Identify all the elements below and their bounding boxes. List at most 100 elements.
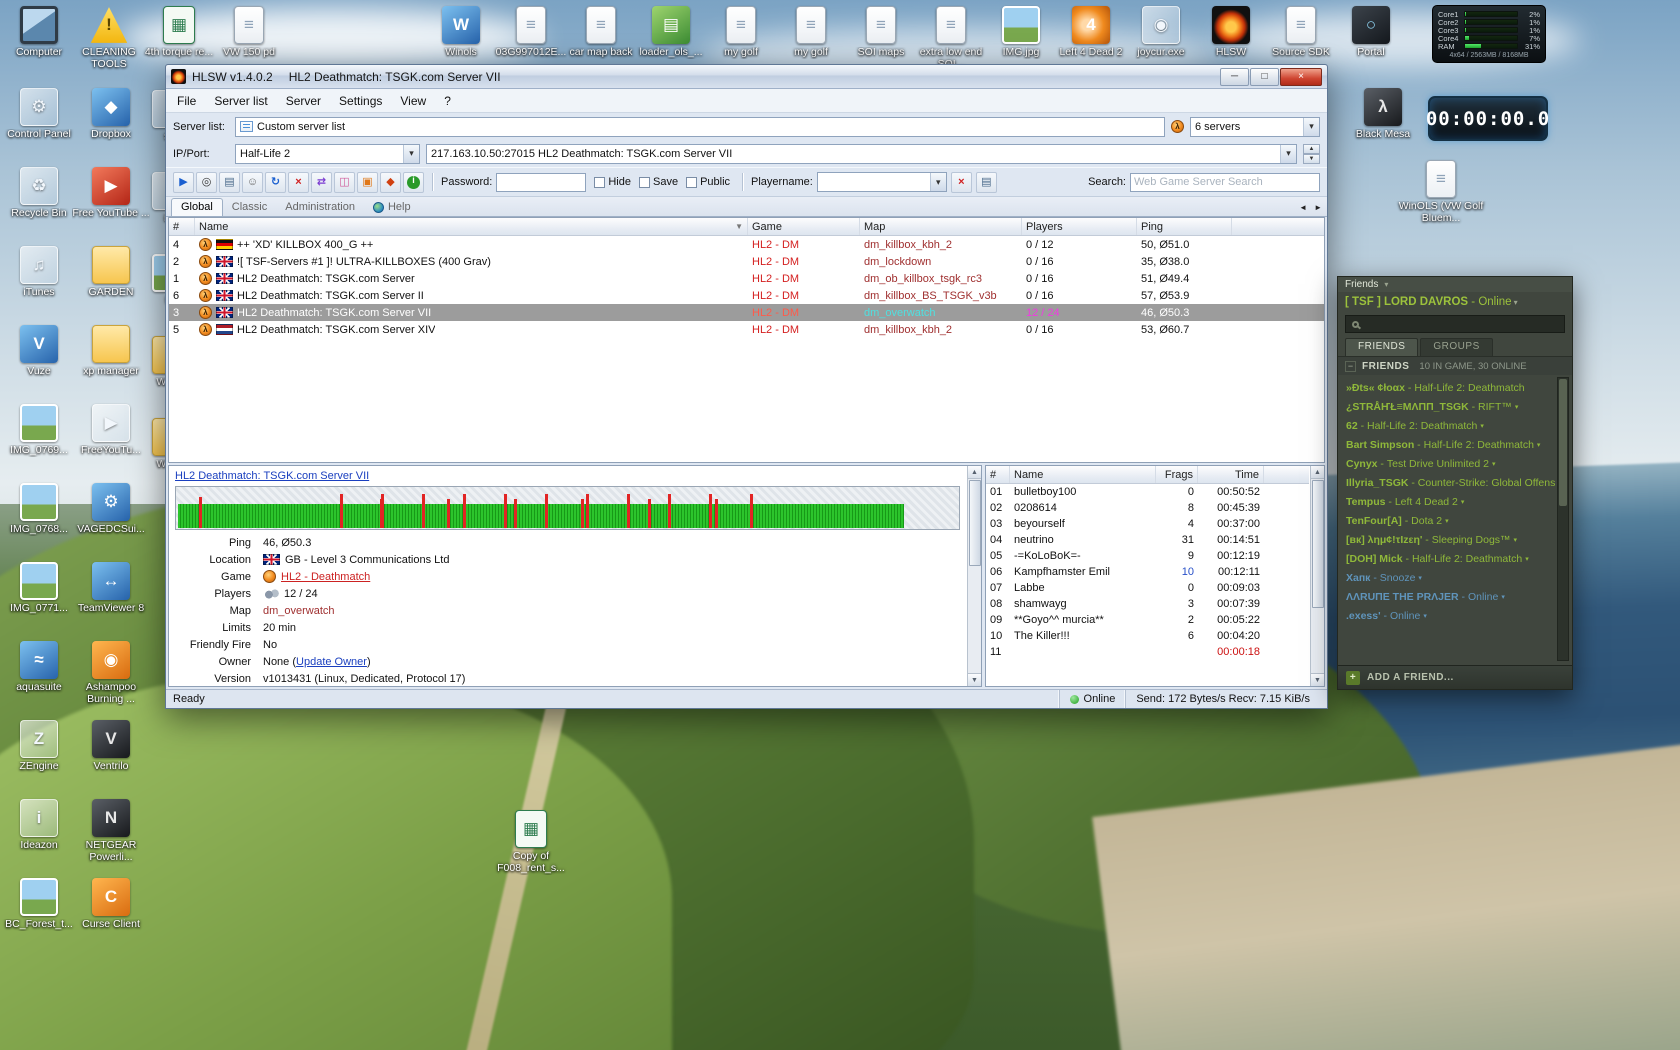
hlsw-titlebar[interactable]: HLSW v1.4.0.2HL2 Deathmatch: TSGK.com Se… (166, 65, 1327, 89)
chevron-down-icon[interactable]: ▾ (1515, 403, 1519, 411)
scrollbar-thumb[interactable] (969, 480, 981, 566)
server-row[interactable]: 1 HL2 Deathmatch: TSGK.com Server HL2 - … (169, 270, 1324, 287)
player-table-header[interactable]: # Name Frags Time (986, 466, 1309, 484)
scroll-up-icon[interactable]: ▲ (968, 466, 981, 479)
address-spinner[interactable]: ▲▼ (1303, 144, 1320, 164)
desktop-icon[interactable]: BC_Forest_t... (4, 876, 74, 955)
tab-scroll-left[interactable]: ◄ (1299, 203, 1307, 212)
checkbox-box[interactable] (639, 177, 650, 188)
friend-row[interactable]: TenFour[A] - Dota 2 ▾ (1346, 511, 1556, 530)
friend-row[interactable]: ΛΛRUΠE ΤΗΕ PRΛJER - Online ▾ (1346, 587, 1556, 606)
buddy-tracker-icon[interactable]: ▣ (357, 172, 378, 193)
friend-row[interactable]: Хапк - Snooze ▾ (1346, 568, 1556, 587)
clear-icon[interactable]: ◫ (334, 172, 355, 193)
desktop-icon[interactable]: IMG_0768... (4, 481, 74, 560)
scroll-down-icon[interactable]: ▼ (1311, 673, 1324, 686)
chevron-down-icon[interactable] (930, 173, 946, 191)
desktop-icon[interactable]: ○ Portal (1336, 4, 1406, 71)
steam-user-row[interactable]: [ TSF ] LORD DAVROS - Online ▾ (1338, 292, 1572, 312)
tab[interactable]: Global (171, 198, 223, 216)
desktop-icon[interactable]: ♫ iTunes (4, 244, 74, 323)
scrollbar-thumb[interactable] (1559, 379, 1567, 506)
desktop-icon[interactable]: ⚙ Control Panel (4, 86, 74, 165)
desktop-icon[interactable]: ♻ Recycle Bin (4, 165, 74, 244)
desktop-icon[interactable]: IMG_0769... (4, 402, 74, 481)
server-query-icon[interactable]: ◎ (196, 172, 217, 193)
player-row[interactable]: 01 bulletboy100 0 00:50:52 (986, 484, 1309, 500)
desktop-icon[interactable]: ◉ Ashampoo Burning ... (76, 639, 146, 718)
refresh-icon[interactable]: ↻ (265, 172, 286, 193)
menu-item[interactable]: Server list (205, 91, 276, 111)
desktop-icon[interactable]: ◉ joycur.exe (1126, 4, 1196, 71)
menu-item[interactable]: Settings (330, 91, 391, 111)
chevron-down-icon[interactable]: ▾ (1423, 612, 1427, 620)
player-row[interactable]: 11 00:00:18 (986, 644, 1309, 660)
chevron-down-icon[interactable]: ▾ (1514, 536, 1518, 544)
players-scrollbar[interactable]: ▲ ▼ (1310, 466, 1324, 686)
player-row[interactable]: 04 neutrino 31 00:14:51 (986, 532, 1309, 548)
desktop-icon[interactable]: ≡ car map back (566, 4, 636, 71)
desktop-icon[interactable]: C Curse Client (76, 876, 146, 955)
server-list-combo[interactable]: Custom server list (235, 117, 1165, 137)
web-search-input[interactable] (1130, 173, 1320, 192)
desktop-icon[interactable]: i Ideazon (4, 797, 74, 876)
desktop-icon[interactable]: λ Black Mesa (1348, 86, 1418, 141)
info-icon[interactable]: i (403, 172, 424, 193)
chevron-down-icon[interactable]: ▾ (1480, 422, 1484, 430)
friends-window-caption[interactable]: Friends▾ (1338, 277, 1572, 292)
desktop-icon[interactable]: V Ventrilo (76, 718, 146, 797)
desktop-icon[interactable]: V Vuze (4, 323, 74, 402)
collapse-icon[interactable]: − (1345, 361, 1356, 372)
player-row[interactable]: 06 Kampfhamster Emil 10 00:12:11 (986, 564, 1309, 580)
server-row[interactable]: 4 ++ 'XD' KILLBOX 400_G ++ HL2 - DM dm_k… (169, 236, 1324, 253)
buddy-search-icon[interactable]: ☺ (242, 172, 263, 193)
clear-playername-button[interactable]: × (951, 172, 972, 193)
clock-gadget[interactable]: 00:00:00.0 (1428, 96, 1548, 141)
desktop-icon[interactable]: ≡ VW 150 pd (214, 4, 284, 71)
server-row[interactable]: 6 HL2 Deathmatch: TSGK.com Server II HL2… (169, 287, 1324, 304)
desktop-icon[interactable]: HLSW (1196, 4, 1266, 71)
player-row[interactable]: 08 shamwayg 3 00:07:39 (986, 596, 1309, 612)
connect-icon[interactable]: ▶ (173, 172, 194, 193)
checkbox[interactable]: Public (686, 176, 730, 188)
scroll-up-icon[interactable]: ▲ (1311, 466, 1324, 479)
update-owner-link[interactable]: Update Owner (296, 656, 367, 668)
desktop-icon[interactable]: ▤ loader_ols_... (636, 4, 706, 71)
player-row[interactable]: 05 -=KoLoBoK=- 9 00:12:19 (986, 548, 1309, 564)
checkbox-box[interactable] (686, 177, 697, 188)
chevron-down-icon[interactable]: ▾ (1501, 593, 1505, 601)
friend-row[interactable]: [вк] λημ¢!τΙzεη' - Sleeping Dogs™ ▾ (1346, 530, 1556, 549)
checkbox[interactable]: Hide (594, 176, 631, 188)
friend-row[interactable]: Cynyx - Test Drive Unlimited 2 ▾ (1346, 454, 1556, 473)
password-input[interactable] (496, 173, 586, 192)
tab[interactable]: Help (364, 199, 420, 216)
desktop-icon[interactable]: 4 Left 4 Dead 2 (1056, 4, 1126, 71)
tab[interactable]: Administration (276, 199, 364, 216)
friend-row[interactable]: .exess' - Online ▾ (1346, 606, 1556, 625)
server-row[interactable]: 5 HL2 Deathmatch: TSGK.com Server XIV HL… (169, 321, 1324, 338)
delete-server-icon[interactable]: × (288, 172, 309, 193)
desktop-icon[interactable]: ≡ SOI maps (846, 4, 916, 71)
add-friend-button[interactable]: + ADD A FRIEND... (1338, 665, 1572, 689)
tab[interactable]: Classic (223, 199, 276, 216)
player-row[interactable]: 10 The Killer!!! 6 00:04:20 (986, 628, 1309, 644)
friend-row[interactable]: »Ðts« ¢łoαx - Half-Life 2: Deathmatch (1346, 378, 1556, 397)
desktop-icon[interactable]: ≡ my golf (706, 4, 776, 71)
desktop-icon[interactable]: Computer (4, 4, 74, 71)
chevron-down-icon[interactable] (403, 145, 419, 163)
chevron-down-icon[interactable]: ▾ (1492, 460, 1496, 468)
checkbox-box[interactable] (594, 177, 605, 188)
player-row[interactable]: 09 **Goyo^^ murcia** 2 00:05:22 (986, 612, 1309, 628)
server-row[interactable]: 2 ![ TSF-Servers #1 ]! ULTRA-KILLBOXES (… (169, 253, 1324, 270)
friend-row[interactable]: 62 - Half-Life 2: Deathmatch ▾ (1346, 416, 1556, 435)
friends-search-box[interactable] (1345, 315, 1565, 333)
chevron-down-icon[interactable]: ▾ (1514, 298, 1518, 307)
chevron-down-icon[interactable]: ▾ (1461, 498, 1465, 506)
console-icon[interactable]: ▤ (219, 172, 240, 193)
menu-item[interactable]: ? (435, 91, 460, 111)
chevron-down-icon[interactable] (1303, 118, 1319, 136)
chevron-down-icon[interactable] (1280, 145, 1296, 163)
server-row[interactable]: 3 HL2 Deathmatch: TSGK.com Server VII HL… (169, 304, 1324, 321)
desktop-icon[interactable]: Z ZEngine (4, 718, 74, 797)
friend-row[interactable]: ¿STRÅҤŁ≡MΛΠΠ_TSGK - RIFT™ ▾ (1346, 397, 1556, 416)
